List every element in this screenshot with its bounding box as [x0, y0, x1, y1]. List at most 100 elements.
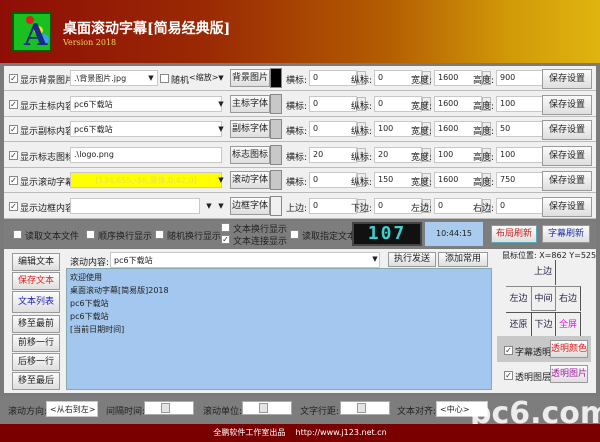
add-common-button[interactable]: 添加常用: [438, 252, 488, 267]
pos-restore-button[interactable]: 还原: [506, 312, 531, 337]
field-input[interactable]: 0: [496, 197, 544, 214]
field-input[interactable]: 0: [309, 197, 357, 214]
color-swatch[interactable]: [270, 170, 282, 190]
read-file-label: 读取文本文件: [25, 232, 80, 242]
pos-top-button[interactable]: 上边: [531, 260, 556, 285]
transparent-image-button[interactable]: 透明图片: [550, 365, 588, 383]
list-item[interactable]: pc6下载站: [70, 298, 488, 311]
save-settings-button[interactable]: 保存设置: [542, 94, 592, 115]
left-button[interactable]: 编辑文本: [12, 253, 60, 271]
random-checkbox[interactable]: [160, 74, 169, 83]
connect-checkbox[interactable]: ✓: [221, 235, 230, 244]
row-value-input[interactable]: [70, 197, 200, 214]
field-input[interactable]: 0: [309, 121, 357, 137]
left-button[interactable]: 移至最后: [12, 372, 60, 390]
left-button[interactable]: 前移一行: [12, 334, 60, 352]
font-button[interactable]: 标志图标: [230, 145, 270, 164]
field-label: 横标:: [286, 178, 308, 188]
list-item[interactable]: pc6下载站: [70, 311, 488, 324]
read-file-checkbox[interactable]: [13, 230, 22, 239]
spacing-slider[interactable]: [340, 401, 390, 415]
show-checkbox[interactable]: ✓: [9, 74, 18, 83]
field-input[interactable]: 50: [496, 121, 544, 137]
pos-middle-button[interactable]: 中间: [531, 286, 556, 311]
transparent-layer-checkbox[interactable]: ✓: [504, 371, 513, 380]
list-item[interactable]: 欢迎使用: [70, 272, 488, 285]
font-button[interactable]: 边框字体: [230, 196, 270, 215]
chevron-down-icon[interactable]: ▼: [216, 74, 226, 82]
field-label: 宽度:: [411, 152, 433, 163]
field-label: 上边:: [286, 203, 308, 214]
save-settings-button[interactable]: 保存设置: [542, 120, 592, 140]
pos-bottom-button[interactable]: 下边: [531, 312, 556, 337]
list-item[interactable]: 桌面滚动字幕[简易版]2018: [70, 285, 488, 298]
pos-fullscreen-button[interactable]: 全屏: [556, 312, 581, 337]
save-settings-button[interactable]: 保存设置: [542, 171, 592, 191]
list-item[interactable]: [当前日期时间]: [70, 324, 488, 337]
chevron-down-icon[interactable]: ▼: [370, 255, 380, 263]
save-settings-button[interactable]: 保存设置: [542, 145, 592, 166]
show-checkbox[interactable]: ✓: [9, 99, 18, 109]
field-input[interactable]: 0: [309, 172, 357, 188]
caption-refresh-button[interactable]: 字幕刷新: [542, 225, 590, 243]
color-swatch[interactable]: [270, 195, 282, 216]
field-label: 纵标:: [351, 101, 373, 112]
save-settings-button[interactable]: 保存设置: [542, 196, 592, 217]
color-swatch[interactable]: [270, 68, 282, 88]
pos-left-button[interactable]: 左边: [506, 286, 531, 311]
left-button[interactable]: 移至最前: [12, 315, 60, 333]
chevron-down-icon[interactable]: ▼: [216, 100, 226, 108]
content-input[interactable]: pc6下载站: [110, 252, 380, 268]
color-swatch[interactable]: [270, 144, 282, 165]
left-button[interactable]: 保存文本: [12, 272, 60, 290]
field-label: 左边:: [411, 203, 433, 214]
chevron-down-icon[interactable]: ▼: [216, 176, 226, 184]
footer-url[interactable]: http://www.j123.net.cn: [296, 428, 387, 437]
field-input[interactable]: 0: [309, 95, 357, 112]
row-value-input[interactable]: pc6下载站: [70, 95, 222, 112]
field-label: 纵标:: [351, 76, 373, 86]
color-swatch[interactable]: [270, 119, 282, 139]
show-checkbox[interactable]: ✓: [9, 176, 18, 185]
caption-transparent-checkbox[interactable]: ✓: [504, 346, 513, 355]
show-checkbox[interactable]: ✓: [9, 125, 18, 134]
font-button[interactable]: 副标字体: [230, 120, 270, 138]
chevron-down-icon[interactable]: ▼: [146, 74, 156, 82]
chevron-down-icon[interactable]: ▼: [216, 125, 226, 133]
send-button[interactable]: 执行发送: [388, 252, 436, 267]
field-input[interactable]: 100: [496, 146, 544, 163]
font-button[interactable]: 滚动字体: [230, 171, 270, 189]
save-settings-button[interactable]: 保存设置: [542, 69, 592, 89]
field-input[interactable]: 20: [309, 146, 357, 163]
chevron-down-icon[interactable]: ▼: [204, 202, 214, 210]
rand-checkbox[interactable]: [155, 230, 164, 239]
left-button[interactable]: 后移一行: [12, 353, 60, 371]
transparent-color-button[interactable]: 透明颜色: [550, 340, 588, 358]
left-button[interactable]: 文本列表: [12, 291, 60, 313]
field-input[interactable]: 100: [496, 95, 544, 112]
field-input[interactable]: 750: [496, 172, 544, 188]
direction-select[interactable]: <从右到左>: [46, 401, 98, 417]
field-input[interactable]: 0: [309, 70, 357, 86]
font-button[interactable]: 主标字体: [230, 94, 270, 113]
app-version: Version 2018: [63, 38, 117, 47]
show-checkbox[interactable]: ✓: [9, 150, 18, 160]
row-value-input[interactable]: .\logo.png: [70, 146, 222, 163]
row-value-input[interactable]: .\背景图片.jpg: [70, 70, 158, 86]
show-checkbox[interactable]: ✓: [9, 201, 18, 211]
interval-slider[interactable]: [144, 401, 194, 415]
row-value-input[interactable]: [134,655,-56,黑体,0,42,0]: [70, 172, 222, 188]
font-button[interactable]: 背景图片: [230, 69, 270, 87]
layout-refresh-button[interactable]: 布局刷新: [491, 225, 537, 243]
wrap-checkbox[interactable]: [221, 223, 230, 232]
text-list[interactable]: 欢迎使用 桌面滚动字幕[简易版]2018 pc6下载站 pc6下载站 [当前日期时间]: [66, 268, 492, 390]
row-value-input[interactable]: pc6下载站: [70, 121, 222, 137]
row-label: 显示背景图片: [20, 76, 75, 86]
unit-slider[interactable]: [242, 401, 292, 415]
pos-right-button[interactable]: 右边: [556, 286, 581, 311]
read-specified-checkbox[interactable]: [290, 230, 299, 239]
seq-checkbox[interactable]: [86, 230, 95, 239]
field-input[interactable]: 900: [496, 70, 544, 86]
chevron-down-icon[interactable]: ▼: [216, 202, 226, 210]
color-swatch[interactable]: [270, 93, 282, 114]
